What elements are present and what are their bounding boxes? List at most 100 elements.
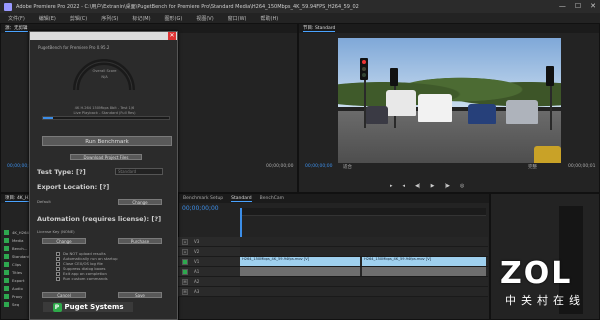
mute-icon[interactable]: M (182, 288, 188, 295)
bin-icon (4, 278, 9, 283)
audio-clip[interactable] (240, 267, 360, 276)
puget-systems-logo: P Puget Systems (43, 302, 133, 312)
track-a1[interactable] (240, 267, 488, 277)
status-line-1: 4K H.264 150Mbps 8bit - Test 1/6 (74, 106, 135, 110)
fit-dropdown[interactable]: 适合 (343, 164, 352, 170)
checkbox[interactable] (56, 266, 60, 271)
yellow-vehicle (534, 146, 561, 163)
benchmark-progress (42, 116, 170, 120)
checkbox[interactable] (56, 276, 60, 281)
window-title: Adobe Premiere Pro 2022 - C:\用户\Extranin… (16, 4, 359, 10)
bin-icon (4, 254, 9, 259)
track-header-a2: M A2 (178, 277, 240, 287)
help-icon[interactable]: [?] (99, 183, 109, 191)
help-icon[interactable]: [?] (151, 215, 161, 223)
transport-controls: ▸ ◂ ◀| ▶ |▶ ◎ (390, 183, 464, 189)
tab-program[interactable]: 节目: Standard (303, 25, 336, 32)
silver-car (506, 100, 538, 124)
timeline-timecode[interactable]: 00;00;00;00 (182, 205, 219, 212)
track-v1[interactable]: H264_150Mbps_4K_59.94fps.mov [V] H264_15… (240, 257, 488, 267)
checkbox[interactable] (56, 251, 60, 256)
export-location-value: Default (37, 199, 51, 204)
menu-window[interactable]: 窗口(W) (228, 15, 247, 22)
program-timecode[interactable]: 00;00;00;00 (305, 164, 332, 169)
help-icon[interactable]: [?] (76, 168, 86, 176)
menu-bar: 文件(F) 编辑(E) 剪辑(C) 序列(S) 标记(M) 图形(G) 视图(V… (0, 13, 600, 23)
bin-icon (4, 246, 9, 251)
menu-graphics[interactable]: 图形(G) (165, 15, 183, 22)
menu-markers[interactable]: 标记(M) (132, 15, 150, 22)
test-type-heading: Test Type: [?] (37, 168, 86, 176)
program-video-frame (338, 38, 561, 163)
track-header-v1: V1 (178, 257, 240, 267)
mark-in-icon[interactable]: ▸ (390, 183, 393, 189)
menu-clip[interactable]: 剪辑(C) (70, 15, 87, 22)
maximize-button[interactable]: ☐ (575, 2, 581, 10)
mute-icon[interactable]: M (182, 278, 188, 285)
play-icon[interactable]: ▶ (431, 183, 435, 189)
video-clip[interactable]: H264_150Mbps_4K_59.94fps.mov [V] (240, 257, 360, 266)
menu-edit[interactable]: 编辑(E) (39, 15, 56, 22)
automation-heading: Automation (requires license): [?] (37, 215, 162, 223)
status-line-2: Live Playback - Standard (Full Res) (73, 111, 136, 115)
track-header-v3: ▫ V3 (178, 237, 240, 247)
dark-car (366, 106, 388, 124)
step-back-icon[interactable]: ◀| (415, 183, 421, 189)
checkbox[interactable] (56, 271, 60, 276)
white-car (418, 94, 452, 122)
save-button[interactable]: Save (118, 292, 162, 298)
lock-icon[interactable]: ▫ (182, 238, 188, 245)
option-custom-commands[interactable]: Run custom commands (56, 276, 108, 281)
track-target-icon[interactable] (182, 268, 188, 275)
bin-icon (4, 302, 9, 307)
track-v2[interactable] (240, 247, 488, 257)
checkbox[interactable] (56, 261, 60, 266)
bin-icon (4, 262, 9, 267)
export-location-heading: Export Location: [?] (37, 183, 110, 191)
track-target-icon[interactable] (182, 258, 188, 265)
tab-benchcam[interactable]: BenchCam (260, 196, 284, 201)
video-clip[interactable]: H264_150Mbps_4K_59.94fps.mov [V] (362, 257, 486, 266)
tab-benchmark-setup[interactable]: Benchmark Setup (183, 196, 223, 201)
run-benchmark-button[interactable]: Run Benchmark (42, 136, 172, 146)
zol-watermark: ZOL (500, 256, 573, 291)
timeline-ruler[interactable] (240, 208, 486, 216)
gauge-label: Overall Score (92, 69, 117, 73)
program-duration: 00;00;00;01 (568, 164, 596, 169)
traffic-signal (360, 58, 368, 80)
license-change-button[interactable]: Change (42, 238, 86, 244)
tab-source[interactable]: 源：无剪辑 (5, 25, 28, 32)
progress-fill (43, 117, 54, 119)
minimize-button[interactable]: — (559, 2, 566, 10)
purchase-button[interactable]: Purchase (118, 238, 162, 244)
track-a2[interactable] (240, 277, 488, 287)
mark-out-icon[interactable]: ◂ (403, 183, 406, 189)
export-change-button[interactable]: Change (118, 199, 162, 205)
lock-icon[interactable]: ▫ (182, 248, 188, 255)
cancel-button[interactable]: Cancel (42, 292, 86, 298)
menu-sequence[interactable]: 序列(S) (101, 15, 118, 22)
step-forward-icon[interactable]: |▶ (444, 183, 450, 189)
export-frame-icon[interactable]: ◎ (460, 183, 464, 189)
bin-icon (4, 270, 9, 275)
menu-help[interactable]: 帮助(H) (261, 15, 279, 22)
quality-dropdown[interactable]: 完整 (528, 164, 537, 170)
white-van (386, 90, 416, 116)
track-header-a1: A1 (178, 267, 240, 277)
dialog-title: PugetBench for Premiere Pro 0.95.2 (38, 45, 110, 50)
track-a3[interactable] (240, 287, 488, 297)
tab-standard-sequence[interactable]: Standard (231, 196, 252, 202)
close-icon[interactable]: ✕ (168, 32, 176, 40)
menu-view[interactable]: 视图(V) (196, 15, 213, 22)
program-tab-row: 节目: Standard (299, 24, 599, 33)
traffic-signal-3 (546, 66, 554, 86)
checkbox[interactable] (56, 256, 60, 261)
audio-clip[interactable] (362, 267, 486, 276)
bin-icon (4, 294, 9, 299)
menu-file[interactable]: 文件(F) (8, 15, 25, 22)
close-window-button[interactable]: ✕ (590, 2, 596, 10)
download-project-files-button[interactable]: Download Project Files (70, 154, 142, 160)
puget-logo-icon: P (52, 302, 62, 312)
track-v3[interactable] (240, 237, 488, 247)
test-type-select[interactable]: Standard (115, 168, 163, 175)
